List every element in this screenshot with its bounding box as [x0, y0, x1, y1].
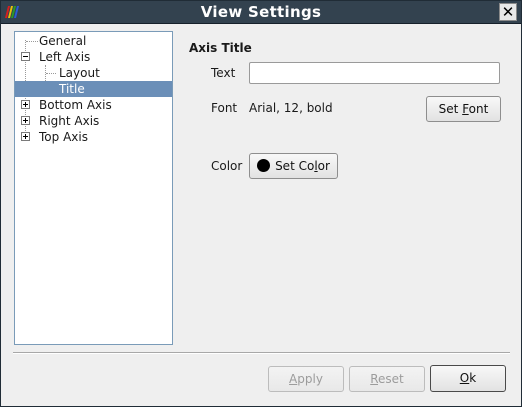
tree-item-left-axis[interactable]: Left Axis [15, 49, 172, 65]
text-label: Text [211, 66, 236, 80]
view-settings-dialog: View Settings ✕ General Left Axis Layout… [0, 0, 522, 407]
tree-item-label: Right Axis [39, 114, 100, 128]
tree-item-layout[interactable]: Layout [15, 65, 172, 81]
close-button[interactable]: ✕ [499, 3, 517, 21]
tree-item-label: Left Axis [39, 50, 91, 64]
close-icon: ✕ [501, 3, 515, 21]
axis-title-text-input[interactable] [249, 62, 500, 84]
set-color-button[interactable]: Set Color [249, 153, 338, 179]
section-title: Axis Title [189, 41, 252, 55]
collapse-icon[interactable] [21, 52, 30, 61]
tree-item-top-axis[interactable]: Top Axis [15, 129, 172, 145]
expand-icon[interactable] [21, 100, 30, 109]
reset-button[interactable]: Reset [349, 366, 425, 392]
tree-item-label: Bottom Axis [39, 98, 112, 112]
title-bar[interactable]: View Settings ✕ [1, 1, 521, 24]
set-font-button[interactable]: Set Font [426, 96, 501, 122]
tree-item-label: General [39, 34, 87, 48]
tree-item-label: Layout [59, 66, 100, 80]
color-swatch [257, 159, 271, 172]
window-title: View Settings [200, 3, 322, 21]
tree-item-general[interactable]: General [15, 33, 172, 49]
color-label: Color [211, 159, 243, 173]
expand-icon[interactable] [21, 132, 30, 141]
font-value: Arial, 12, bold [249, 101, 333, 115]
expand-icon[interactable] [21, 116, 30, 125]
footer-separator [13, 352, 510, 354]
tree-item-label: Top Axis [39, 130, 88, 144]
tree-item-label: Title [59, 82, 85, 96]
apply-button[interactable]: Apply [268, 366, 344, 392]
tree-item-bottom-axis[interactable]: Bottom Axis [15, 97, 172, 113]
font-label: Font [211, 101, 238, 115]
tree-item-title[interactable]: Title [15, 81, 172, 97]
ok-button[interactable]: Ok [430, 365, 506, 392]
tree-item-right-axis[interactable]: Right Axis [15, 113, 172, 129]
settings-tree[interactable]: General Left Axis Layout Title Bottom Ax… [14, 31, 173, 345]
